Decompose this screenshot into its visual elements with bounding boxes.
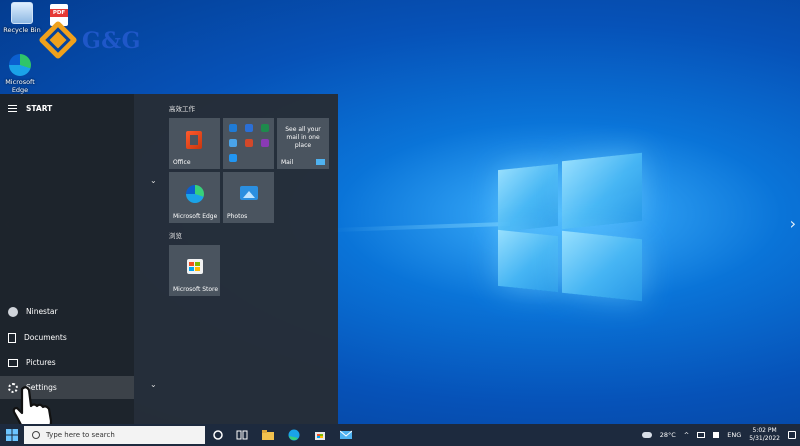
file-explorer-icon[interactable] [262, 429, 274, 441]
taskbar-search-box[interactable]: Type here to search [24, 426, 205, 444]
mail-icon [316, 159, 325, 165]
start-title: START [26, 104, 53, 113]
skype-icon [229, 154, 237, 162]
user-name: Ninestar [26, 307, 58, 316]
excel-icon [261, 124, 269, 132]
chevron-down-icon[interactable]: ⌄ [150, 380, 157, 389]
clock-date: 5/31/2022 [749, 435, 780, 442]
next-arrow-icon[interactable]: › [790, 214, 796, 233]
tile-mail[interactable]: See all your mail in one place Mail [277, 118, 329, 169]
office-icon [186, 131, 202, 149]
windows-start-icon[interactable] [6, 429, 18, 441]
tile-label: Microsoft Edge [173, 213, 218, 220]
hamburger-icon[interactable] [8, 105, 17, 112]
task-view-icon[interactable] [236, 429, 248, 441]
group-label-productivity: 高效工作 [169, 105, 195, 113]
user-avatar-icon [8, 306, 18, 317]
document-icon [8, 332, 16, 343]
tile-edge[interactable]: Microsoft Edge [169, 172, 220, 223]
notification-icon[interactable] [788, 431, 796, 439]
cortana-icon[interactable] [212, 429, 224, 441]
onenote-icon [261, 139, 269, 147]
tile-label: Microsoft Store [173, 286, 219, 293]
rail-item-documents[interactable]: Documents [0, 326, 134, 349]
mail-taskbar-icon[interactable] [340, 429, 352, 441]
edge-icon [186, 185, 204, 203]
network-icon[interactable] [697, 432, 706, 438]
picture-icon [8, 358, 18, 367]
mail-promo-text: See all your mail in one place [285, 126, 321, 149]
start-rail: START Ninestar Documents Pictures Settin… [0, 94, 134, 424]
search-placeholder: Type here to search [46, 431, 115, 439]
windows-logo-wallpaper [498, 152, 644, 302]
pictures-label: Pictures [26, 358, 56, 367]
taskbar: Type here to search 28°C ^ ENG 5:02 PM 5… [0, 424, 800, 446]
rail-item-user[interactable]: Ninestar [0, 300, 134, 323]
tile-label: Office [173, 159, 191, 166]
powerpoint-icon [245, 139, 253, 147]
tile-office-apps[interactable] [223, 118, 274, 169]
store-icon [187, 259, 203, 274]
word-icon [245, 124, 253, 132]
recycle-bin-icon[interactable]: Recycle Bin [2, 2, 42, 34]
gg-brand-logo: G&G [38, 20, 155, 60]
onedrive-icon [229, 139, 237, 147]
edge-desktop-icon[interactable]: Microsoft Edge [0, 54, 40, 94]
documents-label: Documents [24, 333, 67, 342]
brand-text: G&G [82, 28, 141, 54]
volume-icon[interactable] [713, 432, 720, 438]
show-hidden-icons[interactable]: ^ [684, 431, 689, 439]
tile-label: Photos [227, 213, 248, 220]
clock-time: 5:02 PM [752, 427, 777, 434]
system-tray: 28°C ^ ENG 5:02 PM 5/31/2022 [641, 427, 796, 443]
photos-icon [240, 186, 258, 200]
tile-label: Mail [281, 159, 294, 166]
search-icon [32, 431, 40, 439]
edge-taskbar-icon[interactable] [288, 429, 300, 441]
weather-temp[interactable]: 28°C [660, 431, 676, 439]
clock[interactable]: 5:02 PM 5/31/2022 [749, 427, 780, 443]
tile-store[interactable]: Microsoft Store [169, 245, 220, 296]
weather-icon[interactable] [641, 432, 652, 438]
tile-photos[interactable]: Photos [223, 172, 274, 223]
tile-office[interactable]: Office [169, 118, 220, 169]
store-taskbar-icon[interactable] [314, 429, 326, 441]
start-menu: START Ninestar Documents Pictures Settin… [0, 94, 338, 424]
edge-desktop-label: Microsoft Edge [5, 78, 35, 94]
start-header[interactable]: START [8, 104, 52, 113]
group-label-explore: 浏览 [169, 232, 182, 240]
recycle-bin-label: Recycle Bin [3, 26, 41, 34]
light-beam [329, 221, 511, 233]
outlook-icon [229, 124, 237, 132]
rail-item-pictures[interactable]: Pictures [0, 351, 134, 374]
chevron-down-icon[interactable]: ⌄ [150, 176, 157, 185]
language-indicator[interactable]: ENG [727, 431, 741, 439]
